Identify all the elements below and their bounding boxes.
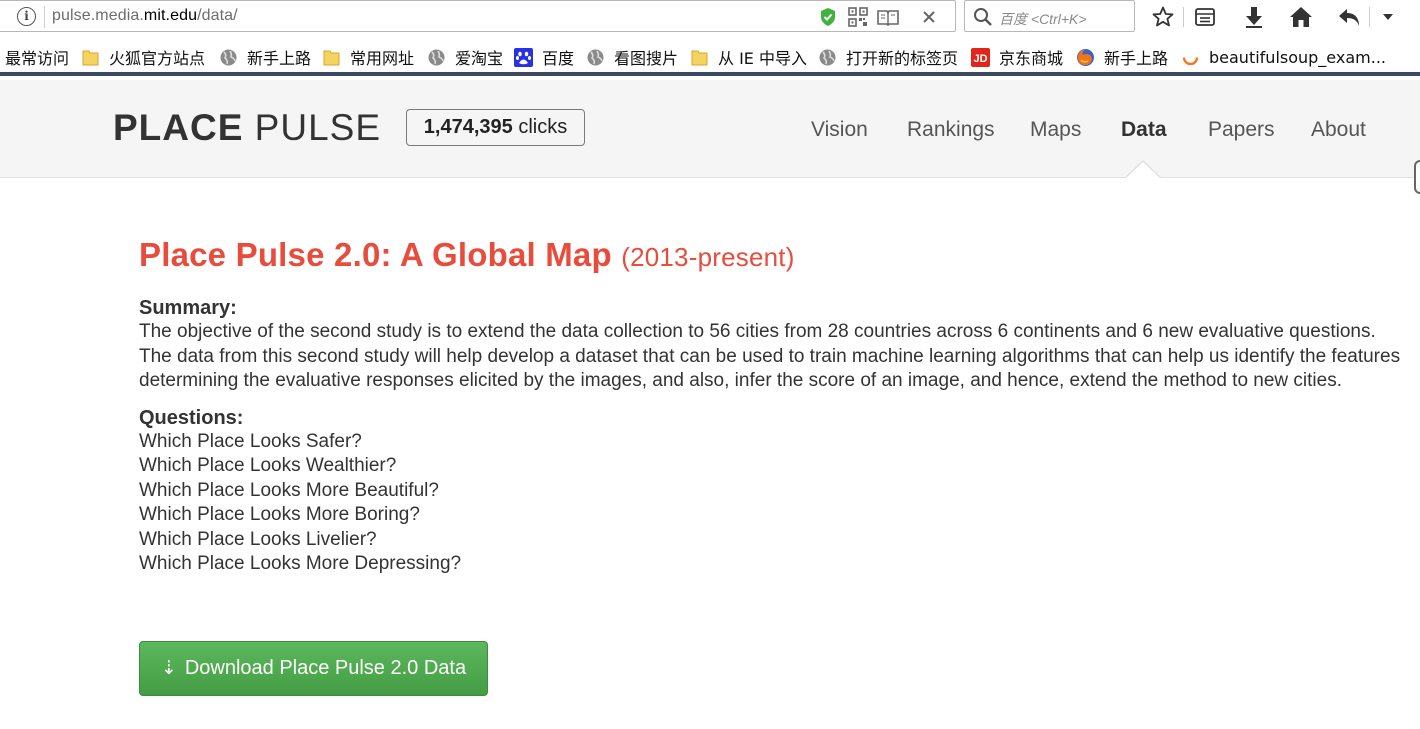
globe-icon (219, 48, 238, 67)
clicks-count: 1,474,395 (423, 116, 513, 138)
bookmark-label: 火狐官方站点 (109, 49, 206, 68)
clicks-counter-badge: 1,474,395 clicks (406, 109, 585, 146)
reader-view-icon[interactable] (876, 7, 900, 27)
question-item: Which Place Looks Safer? (139, 430, 362, 452)
divider (1183, 7, 1184, 27)
download-button-label: Download Place Pulse 2.0 Data (184, 657, 467, 679)
bookmark-folder[interactable]: 从 IE 中导入 (690, 46, 807, 68)
bookmark-star-icon[interactable] (1148, 3, 1178, 31)
summary-heading: Summary: (139, 297, 237, 319)
bookmark-label: 新手上路 (1104, 49, 1169, 68)
url-host: mit.edu (143, 7, 198, 24)
bookmark-label: beautifulsoup_exam... (1209, 47, 1386, 67)
download-data-button[interactable]: ⇣ Download Place Pulse 2.0 Data (139, 641, 488, 696)
svg-text:JD: JD (973, 53, 987, 65)
bookmark-label: 爱淘宝 (455, 49, 504, 68)
bookmark-label: 打开新的标签页 (846, 49, 959, 68)
info-icon[interactable]: i (17, 7, 36, 26)
browser-toolbar: i pulse.media.mit.edu/data/ 百度 <Ctrl+K> (0, 0, 1420, 38)
back-arrow-icon[interactable] (1335, 3, 1365, 31)
bookmark-item[interactable]: JD 京东商城 (971, 46, 1063, 68)
folder-icon (81, 48, 100, 67)
question-item: Which Place Looks Livelier? (139, 528, 377, 550)
questions-heading: Questions: (139, 406, 244, 429)
search-input[interactable]: 百度 <Ctrl+K> (964, 0, 1135, 32)
summary-text: The objective of the second study is to … (139, 321, 1401, 391)
folder-icon (322, 48, 341, 67)
page-title-text: Place Pulse 2.0: A Global Map (139, 236, 612, 273)
nav-data[interactable]: Data (1121, 118, 1167, 142)
chevron-down-icon[interactable] (1373, 3, 1403, 31)
firefox-icon (1076, 48, 1095, 67)
divider (1369, 7, 1370, 27)
bookmark-item[interactable]: 百度 (514, 46, 574, 68)
jd-icon: JD (971, 47, 990, 67)
bookmark-item[interactable]: 最常访问 (5, 46, 69, 68)
qr-code-icon[interactable] (848, 7, 868, 27)
download-icon[interactable] (1239, 3, 1269, 31)
questions-list: Which Place Looks Safer? Which Place Loo… (139, 430, 1409, 578)
url-path: /data/ (197, 7, 238, 24)
url-prefix: pulse.media. (52, 7, 144, 24)
active-nav-indicator (1125, 162, 1161, 179)
logo-light-text: PULSE (243, 107, 382, 148)
bookmark-folder[interactable]: 火狐官方站点 (81, 46, 205, 68)
bookmark-label: 从 IE 中导入 (718, 49, 808, 68)
main-content: Place Pulse 2.0: A Global Map (2013-pres… (139, 236, 1409, 577)
nav-about[interactable]: About (1311, 118, 1366, 142)
bookmark-item[interactable]: 新手上路 (219, 46, 311, 68)
library-icon[interactable] (1190, 3, 1220, 31)
scroll-handle[interactable] (1414, 160, 1420, 194)
bookmark-label: 新手上路 (247, 49, 312, 68)
nav-maps[interactable]: Maps (1030, 118, 1081, 142)
nav-vision[interactable]: Vision (811, 118, 868, 142)
divider (44, 6, 45, 28)
bookmark-label: 京东商城 (999, 49, 1064, 68)
bookmarks-toolbar: 最常访问 火狐官方站点 新手上路 常用网址 爱淘宝 百度 看图搜片 从 IE 中… (0, 40, 1420, 76)
download-arrow-icon: ⇣ (160, 658, 177, 679)
search-placeholder: 百度 <Ctrl+K> (999, 11, 1087, 27)
bookmark-item[interactable]: 爱淘宝 (427, 46, 503, 68)
globe-icon (818, 48, 837, 67)
shield-icon[interactable] (818, 7, 838, 27)
close-icon[interactable] (919, 7, 939, 27)
home-icon[interactable] (1286, 3, 1316, 31)
bookmark-item[interactable]: 新手上路 (1076, 46, 1168, 68)
question-item: Which Place Looks More Boring? (139, 504, 420, 526)
nav-rankings[interactable]: Rankings (907, 118, 995, 142)
bookmark-label: 看图搜片 (614, 49, 679, 68)
spinner-icon (1181, 48, 1200, 67)
bookmark-label: 百度 (542, 49, 575, 68)
nav-papers[interactable]: Papers (1208, 118, 1275, 142)
url-text[interactable]: pulse.media.mit.edu/data/ (52, 7, 238, 25)
logo-bold-text: PLACE (113, 107, 244, 148)
search-icon (973, 7, 993, 31)
question-item: Which Place Looks More Beautiful? (139, 479, 439, 501)
bookmark-label: 最常访问 (5, 49, 70, 68)
site-logo[interactable]: PLACE PULSE (113, 107, 381, 149)
bookmark-item[interactable]: 看图搜片 (586, 46, 678, 68)
question-item: Which Place Looks Wealthier? (139, 455, 397, 477)
site-header: PLACE PULSE 1,474,395 clicks Vision Rank… (0, 80, 1420, 178)
clicks-label: clicks (512, 116, 568, 138)
globe-icon (586, 48, 605, 67)
address-bar[interactable]: i pulse.media.mit.edu/data/ (0, 0, 956, 32)
question-item: Which Place Looks More Depressing? (139, 553, 462, 575)
globe-icon (427, 48, 446, 67)
bookmark-item[interactable]: beautifulsoup_exam... (1181, 46, 1386, 68)
bookmark-item[interactable]: 打开新的标签页 (818, 46, 958, 68)
baidu-paw-icon (514, 47, 533, 67)
bookmark-label: 常用网址 (350, 49, 415, 68)
folder-icon (690, 48, 709, 67)
page-title: Place Pulse 2.0: A Global Map (2013-pres… (139, 236, 1409, 274)
bookmark-folder[interactable]: 常用网址 (322, 46, 414, 68)
page-title-date-range: (2013-present) (621, 242, 795, 272)
